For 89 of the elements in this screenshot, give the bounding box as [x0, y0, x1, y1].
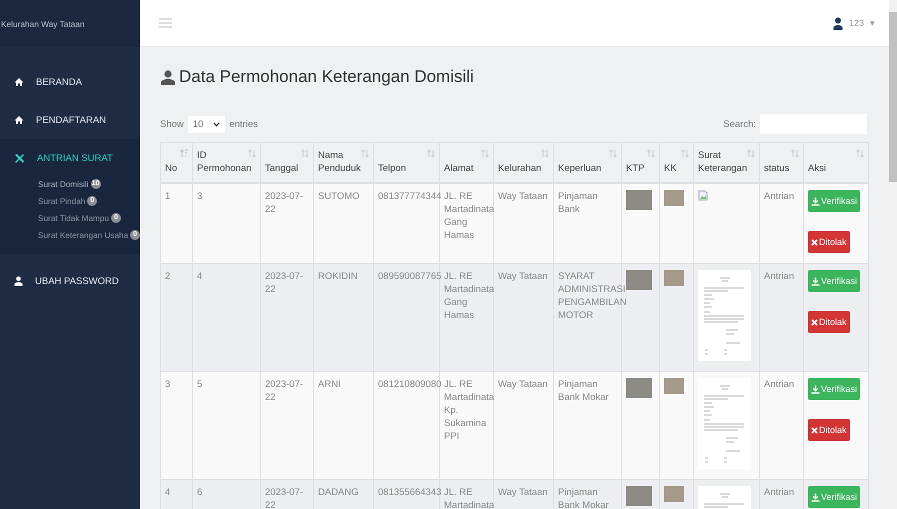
- table-cell: 4: [197, 271, 202, 282]
- photo-placeholder[interactable]: [664, 486, 684, 502]
- table-cell: 1: [165, 191, 170, 202]
- table-cell: Antrian: [764, 271, 794, 282]
- table-cell: JL. RE Martadinata Gang Hamas: [444, 271, 494, 321]
- photo-placeholder[interactable]: [626, 486, 652, 506]
- table-cell: 2: [165, 271, 170, 282]
- table-cell: 3: [165, 379, 170, 390]
- table-cell: 081355664343: [378, 487, 442, 498]
- home-icon: [14, 115, 24, 125]
- username: 123: [848, 18, 864, 28]
- show-label: Show: [160, 118, 184, 130]
- table-cell: Way Tataan: [498, 191, 548, 202]
- download-icon: [811, 492, 820, 502]
- table-cell: Way Tataan: [498, 487, 548, 498]
- menu-icon[interactable]: [159, 18, 172, 28]
- photo-placeholder[interactable]: [664, 190, 684, 206]
- table-cell: 2023-07-22: [265, 191, 304, 215]
- entries-select[interactable]: 10: [188, 116, 226, 132]
- sort-icon[interactable]: [609, 149, 617, 158]
- user-avatar-icon: [832, 16, 843, 30]
- table-cell: Antrian: [764, 379, 794, 390]
- table-cell: 4: [165, 487, 170, 498]
- sort-ascending-icon[interactable]: [180, 149, 188, 158]
- sort-icon[interactable]: [481, 149, 489, 158]
- table-cell: 081377774344: [378, 191, 442, 202]
- photo-placeholder[interactable]: [664, 270, 684, 286]
- sort-icon[interactable]: [541, 149, 549, 158]
- table-cell: ROKIDIN: [318, 271, 358, 282]
- table-cell: DADANG: [318, 487, 359, 498]
- sort-icon[interactable]: [681, 149, 689, 158]
- sort-icon[interactable]: [747, 149, 755, 158]
- table-cell: Antrian: [764, 487, 794, 498]
- page-title: Data Permohonan Keterangan Domisili: [160, 67, 867, 87]
- download-icon: [811, 196, 820, 206]
- sort-icon[interactable]: [647, 149, 655, 158]
- sort-icon[interactable]: [427, 149, 435, 158]
- sidebar-item[interactable]: PENDAFTARAN: [0, 101, 140, 139]
- sidebar-item[interactable]: UBAH PASSWORD: [0, 262, 140, 300]
- broken-image-icon: [698, 190, 708, 201]
- reject-button[interactable]: Ditolak: [808, 231, 850, 253]
- table-cell: 2023-07-22: [265, 487, 304, 509]
- download-icon: [811, 276, 820, 286]
- close-icon: [811, 318, 818, 326]
- table-cell: 089590087765: [378, 271, 442, 282]
- search-label: Search:: [723, 118, 756, 130]
- sort-icon[interactable]: [361, 149, 369, 158]
- sidebar-brand[interactable]: Kelurahan Way Tataan: [0, 0, 140, 47]
- document-thumbnail[interactable]: [698, 378, 751, 469]
- entries-label: entries: [229, 118, 258, 130]
- user-icon: [14, 276, 23, 286]
- table-cell: SUTOMO: [318, 191, 360, 202]
- table-cell: JL. RE Martadinata: [444, 487, 494, 509]
- close-icon: [811, 426, 818, 434]
- reject-button[interactable]: Ditolak: [808, 311, 850, 333]
- table-cell: Way Tataan: [498, 379, 548, 390]
- sort-icon[interactable]: [248, 149, 256, 158]
- table-cell: JL. RE Martadinata Kp. Sukamina PPI: [444, 379, 494, 442]
- sort-icon[interactable]: [791, 149, 799, 158]
- chevron-down-icon: [213, 122, 220, 126]
- photo-placeholder[interactable]: [626, 378, 652, 398]
- close-icon: [811, 238, 818, 246]
- table-cell: Antrian: [764, 191, 794, 202]
- table-cell: Pinjaman Bank Mokar: [558, 379, 609, 403]
- table-cell: ARNI: [318, 379, 341, 390]
- table-cell: 5: [197, 379, 202, 390]
- photo-placeholder[interactable]: [664, 378, 684, 394]
- sort-icon[interactable]: [856, 149, 864, 158]
- table-cell: 3: [197, 191, 202, 202]
- table-cell: 081210809080: [378, 379, 442, 390]
- table-cell: 2023-07-22: [265, 271, 304, 295]
- home-icon: [14, 77, 24, 87]
- table-cell: Way Tataan: [498, 271, 548, 282]
- sort-icon[interactable]: [301, 149, 309, 158]
- scrollbar-thumb[interactable]: [889, 12, 897, 182]
- download-icon: [811, 384, 820, 394]
- user-icon: [160, 70, 176, 84]
- table-cell: 6: [197, 487, 202, 498]
- sidebar-item[interactable]: ANTRIAN SURAT: [0, 139, 140, 177]
- table-cell: Pinjaman Bank: [558, 191, 598, 215]
- document-thumbnail[interactable]: [698, 270, 751, 361]
- table-cell: 2023-07-22: [265, 379, 304, 403]
- sidebar-item[interactable]: BERANDA: [0, 63, 140, 101]
- photo-placeholder[interactable]: [626, 270, 652, 290]
- reject-button[interactable]: Ditolak: [808, 419, 850, 441]
- table-cell: JL. RE Martadinata Gang Hamas: [444, 191, 494, 241]
- table-cell: Pinjaman Bank Mokar: [558, 487, 609, 509]
- photo-placeholder[interactable]: [626, 190, 652, 210]
- table-cell: SYARAT ADMINISTRASI PENGAMBILAN MOTOR: [558, 271, 627, 321]
